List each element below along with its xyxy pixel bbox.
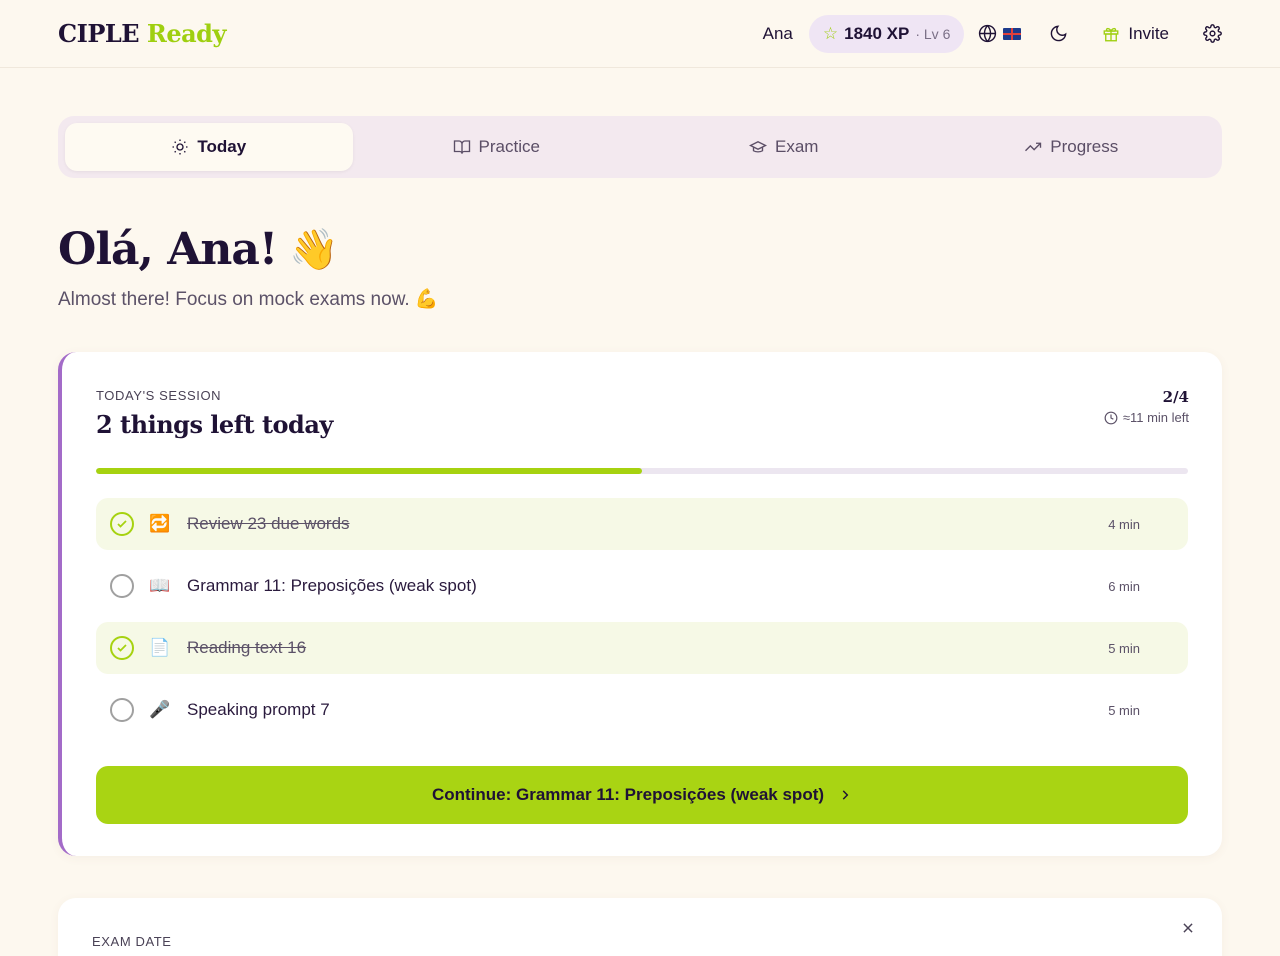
tab-practice[interactable]: Practice: [353, 123, 641, 171]
tab-label: Today: [197, 137, 247, 156]
graduation-cap-icon: [749, 140, 768, 153]
level-value: · Lv 6: [915, 25, 951, 42]
time-left: ≈11 min left: [1104, 410, 1189, 425]
invite-button[interactable]: Invite: [1102, 24, 1169, 44]
session-title: 2 things left today: [96, 410, 333, 439]
task-item[interactable]: 🔁 Review 23 due words 4 min: [96, 498, 1188, 550]
task-item[interactable]: 📖 Grammar 11: Preposições (weak spot) 6 …: [96, 560, 1188, 612]
subtitle-text: Almost there! Focus on mock exams now.: [58, 289, 410, 310]
task-label: Reading text 16: [187, 638, 307, 657]
microphone-icon: 🎤: [149, 700, 171, 719]
invite-label: Invite: [1128, 23, 1169, 43]
trending-up-icon: [1025, 142, 1042, 152]
task-duration: 5 min: [1108, 640, 1140, 656]
session-card: TODAY'S SESSION 2 things left today 2/4 …: [58, 352, 1222, 856]
task-item[interactable]: 🎤 Speaking prompt 7 5 min: [96, 684, 1188, 736]
tab-exam[interactable]: Exam: [640, 123, 928, 171]
user-name: Ana: [762, 23, 793, 43]
globe-icon: [979, 24, 997, 43]
check-circle-icon[interactable]: [110, 512, 134, 536]
check-circle-icon[interactable]: [110, 636, 134, 660]
waving-hand-icon: 👋: [289, 226, 339, 273]
brand-logo[interactable]: CIPLE Ready: [58, 19, 226, 48]
task-label: Speaking prompt 7: [187, 700, 330, 719]
star-icon: ☆: [822, 23, 839, 43]
task-duration: 5 min: [1108, 702, 1140, 718]
gift-icon: [1103, 27, 1119, 41]
session-progress-bar: [96, 468, 1188, 474]
greeting-title: Olá, Ana! 👋: [58, 224, 339, 275]
tab-label: Practice: [478, 137, 540, 156]
exam-date-label: EXAM DATE: [92, 934, 172, 949]
gear-icon: [1203, 24, 1222, 43]
theme-toggle-button[interactable]: [1049, 15, 1068, 53]
flexed-biceps-icon: 💪: [414, 289, 439, 310]
greeting-text: Olá, Ana!: [58, 224, 278, 275]
language-button[interactable]: [978, 15, 1022, 53]
empty-circle-icon[interactable]: [110, 574, 134, 598]
document-icon: 📄: [149, 638, 171, 657]
clock-icon: [1104, 411, 1118, 424]
top-bar: CIPLE Ready Ana ☆ 1840 XP · Lv 6 Invite: [0, 0, 1280, 68]
book-icon: [453, 140, 470, 154]
tab-label: Progress: [1050, 137, 1119, 156]
tab-label: Exam: [775, 137, 819, 156]
open-book-icon: 📖: [149, 576, 171, 595]
session-label: TODAY'S SESSION: [96, 388, 222, 403]
continue-button[interactable]: Continue: Grammar 11: Preposições (weak …: [96, 766, 1188, 824]
moon-icon: [1051, 25, 1067, 42]
brand-name-part1: CIPLE: [58, 19, 140, 48]
continue-label: Continue: Grammar 11: Preposições (weak …: [431, 785, 825, 804]
sun-icon: [172, 139, 188, 155]
task-label: Review 23 due words: [187, 514, 350, 533]
task-item[interactable]: 📄 Reading text 16 5 min: [96, 622, 1188, 674]
close-button[interactable]: [1178, 918, 1198, 938]
chevron-right-icon: [842, 790, 849, 800]
repeat-icon: 🔁: [149, 514, 171, 533]
xp-badge[interactable]: ☆ 1840 XP · Lv 6: [808, 14, 965, 53]
empty-circle-icon[interactable]: [110, 698, 134, 722]
greeting-subtitle: Almost there! Focus on mock exams now. 💪: [58, 287, 439, 311]
uk-flag-icon: [1003, 27, 1022, 40]
main-tabs: Today Practice Exam Progress: [58, 116, 1222, 178]
task-duration: 6 min: [1108, 578, 1140, 594]
tab-progress[interactable]: Progress: [928, 123, 1216, 171]
xp-value: 1840 XP: [844, 23, 910, 43]
session-count: 2/4: [1162, 388, 1189, 406]
tab-today[interactable]: Today: [65, 123, 353, 171]
exam-date-card: EXAM DATE: [58, 898, 1222, 956]
close-icon: [1183, 923, 1193, 933]
task-duration: 4 min: [1108, 516, 1140, 532]
session-progress-fill: [96, 468, 642, 474]
task-label: Grammar 11: Preposições (weak spot): [187, 576, 477, 595]
time-left-text: ≈11 min left: [1122, 410, 1189, 425]
brand-name-part2: Ready: [146, 19, 227, 48]
settings-button[interactable]: [1203, 15, 1222, 53]
